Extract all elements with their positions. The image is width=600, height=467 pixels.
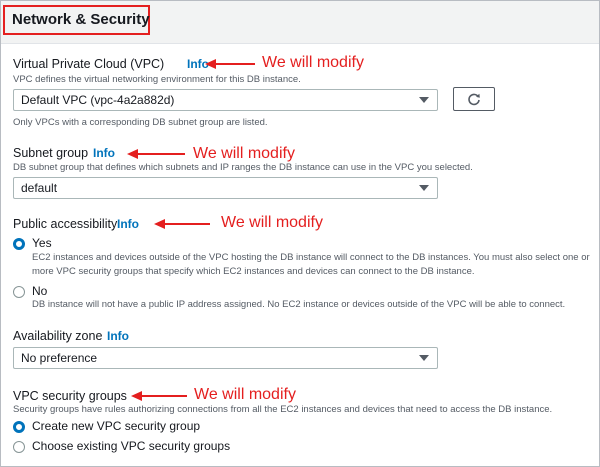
annotation-public: We will modify <box>221 214 323 231</box>
public-access-yes-label: Yes <box>32 236 52 250</box>
vpc-label: Virtual Private Cloud (VPC) <box>13 57 165 71</box>
annotation-subnet: We will modify <box>193 145 295 162</box>
public-access-info-link[interactable]: Info <box>117 217 139 231</box>
annotation-arrow-vpc <box>205 59 255 69</box>
vpc-description: VPC defines the virtual networking envir… <box>13 74 301 85</box>
section-title: Network & Security <box>3 5 150 35</box>
availability-zone-info-link[interactable]: Info <box>107 329 129 343</box>
subnet-select-value: default <box>21 181 58 195</box>
vpc-select-value: Default VPC (vpc-4a2a882d) <box>21 93 175 107</box>
security-group-new-label: Create new VPC security group <box>32 419 201 433</box>
annotation-vpc: We will modify <box>262 54 364 71</box>
security-group-new-radio[interactable] <box>13 421 25 433</box>
availability-zone-label: Availability zone <box>13 329 103 343</box>
annotation-arrow-subnet <box>127 149 185 159</box>
annotation-arrow-public <box>154 219 210 229</box>
public-access-label: Public accessibility <box>13 217 118 231</box>
public-access-yes-radio[interactable] <box>13 238 25 250</box>
security-groups-description: Security groups have rules authorizing c… <box>13 404 553 415</box>
public-access-no-description: DB instance will not have a public IP ad… <box>32 299 566 310</box>
chevron-down-icon <box>419 185 429 191</box>
security-groups-label: VPC security groups <box>13 389 127 403</box>
availability-zone-select-value: No preference <box>21 351 98 365</box>
vpc-note: Only VPCs with a corresponding DB subnet… <box>13 117 268 128</box>
annotation-arrow-security <box>131 391 187 401</box>
refresh-icon <box>468 93 480 106</box>
public-access-yes-description: EC2 instances and devices outside of the… <box>32 252 590 277</box>
annotation-security: We will modify <box>194 386 296 403</box>
refresh-button[interactable] <box>453 87 495 111</box>
subnet-description: DB subnet group that defines which subne… <box>13 162 473 173</box>
subnet-info-link[interactable]: Info <box>93 146 115 160</box>
subnet-label: Subnet group <box>13 146 89 160</box>
chevron-down-icon <box>419 97 429 103</box>
security-group-existing-radio[interactable] <box>13 441 25 453</box>
public-access-no-label: No <box>32 284 48 298</box>
security-group-existing-label: Choose existing VPC security groups <box>32 439 231 453</box>
subnet-select[interactable]: default <box>13 177 438 199</box>
public-access-no-radio[interactable] <box>13 286 25 298</box>
vpc-select[interactable]: Default VPC (vpc-4a2a882d) <box>13 89 438 111</box>
availability-zone-select[interactable]: No preference <box>13 347 438 369</box>
chevron-down-icon <box>419 355 429 361</box>
